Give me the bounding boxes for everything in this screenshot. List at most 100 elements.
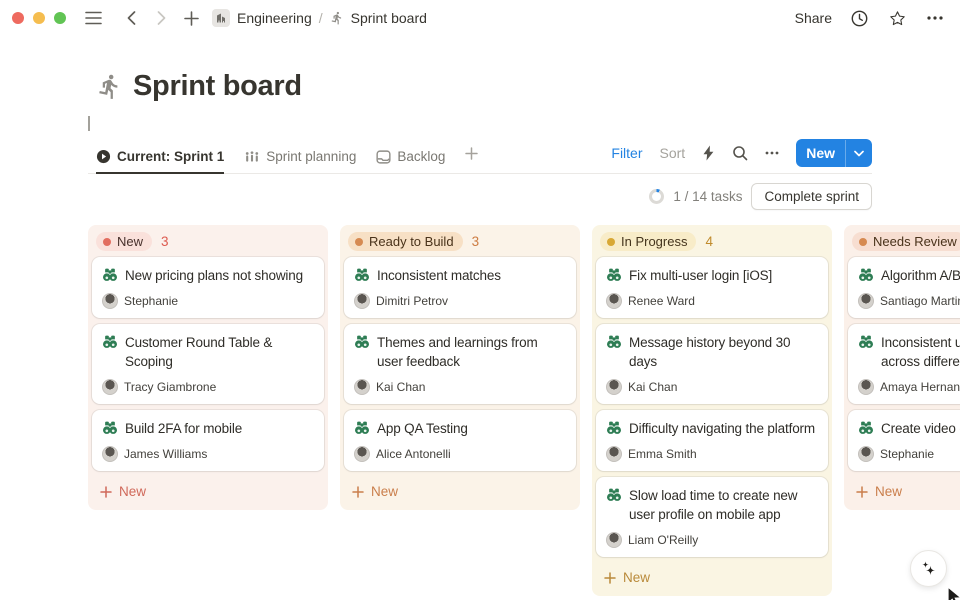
card-assignee: Dimitri Petrov — [354, 293, 566, 309]
share-button[interactable]: Share — [795, 10, 832, 26]
binoculars-icon — [102, 420, 118, 436]
assignee-name: Renee Ward — [628, 294, 695, 308]
task-card[interactable]: Fix multi-user login [iOS] Renee Ward — [596, 257, 828, 318]
task-card[interactable]: Themes and learnings from user feedback … — [344, 324, 576, 404]
task-card[interactable]: Create video guides Stephanie — [848, 410, 960, 471]
new-task-label[interactable]: New — [796, 145, 845, 161]
filter-button[interactable]: Filter — [611, 145, 642, 161]
binoculars-icon — [606, 487, 622, 503]
new-task-dropdown-icon[interactable] — [846, 150, 872, 157]
task-card[interactable]: Algorithm A/B testing Santiago Martinez — [848, 257, 960, 318]
tab-current-sprint[interactable]: Current: Sprint 1 — [96, 143, 224, 174]
tasks-progress: 1 / 14 tasks — [673, 189, 742, 204]
task-card[interactable]: New pricing plans not showing Stephanie — [92, 257, 324, 318]
add-card-label: New — [371, 484, 398, 499]
assignee-name: James Williams — [124, 447, 207, 461]
card-assignee: Alice Antonelli — [354, 446, 566, 462]
people-group-icon — [244, 150, 260, 164]
avatar — [606, 293, 622, 309]
breadcrumb-separator: / — [319, 10, 323, 26]
avatar — [354, 293, 370, 309]
column-header[interactable]: In Progress 4 — [596, 229, 828, 257]
status-badge: New — [96, 232, 152, 251]
history-clock-icon[interactable] — [848, 7, 870, 29]
avatar — [606, 446, 622, 462]
page-icon-runner[interactable] — [96, 73, 123, 100]
add-card-label: New — [875, 484, 902, 499]
column-header[interactable]: Needs Review — [848, 229, 960, 257]
page-title: Sprint board — [133, 70, 302, 103]
more-options-icon[interactable] — [924, 7, 946, 29]
binoculars-icon — [858, 267, 874, 283]
tab-label: Backlog — [397, 149, 445, 164]
binoculars-icon — [858, 334, 874, 350]
sparkles-icon — [919, 559, 938, 578]
add-view-icon[interactable] — [465, 147, 478, 169]
view-tabs-bar: Current: Sprint 1 Sprint planning Backlo… — [88, 139, 872, 174]
task-card[interactable]: Message history beyond 30 days Kai Chan — [596, 324, 828, 404]
column-header[interactable]: Ready to Build 3 — [344, 229, 576, 257]
card-title: Fix multi-user login [iOS] — [629, 266, 772, 285]
status-badge: Needs Review — [852, 232, 960, 251]
breadcrumb[interactable]: Engineering / Sprint board — [212, 9, 427, 27]
tab-sprint-planning[interactable]: Sprint planning — [244, 143, 356, 173]
card-title: Inconsistent user experience across diff… — [881, 333, 960, 371]
text-cursor — [88, 116, 90, 131]
task-card[interactable]: Customer Round Table & Scoping Tracy Gia… — [92, 324, 324, 404]
task-card[interactable]: Build 2FA for mobile James Williams — [92, 410, 324, 471]
card-assignee: Stephanie — [858, 446, 960, 462]
task-card[interactable]: Difficulty navigating the platform Emma … — [596, 410, 828, 471]
binoculars-icon — [354, 420, 370, 436]
card-title: Themes and learnings from user feedback — [377, 333, 566, 371]
column-header[interactable]: New 3 — [92, 229, 324, 257]
back-icon[interactable] — [120, 7, 142, 29]
breadcrumb-page[interactable]: Sprint board — [351, 10, 427, 26]
window-controls[interactable] — [12, 12, 66, 24]
search-icon[interactable] — [732, 145, 748, 161]
card-title: Slow load time to create new user profil… — [629, 486, 818, 524]
avatar — [858, 446, 874, 462]
add-card-button[interactable]: New — [848, 477, 960, 506]
avatar — [102, 446, 118, 462]
forward-icon[interactable] — [150, 7, 172, 29]
binoculars-icon — [606, 267, 622, 283]
tab-backlog[interactable]: Backlog — [376, 143, 445, 173]
complete-sprint-button[interactable]: Complete sprint — [751, 183, 872, 210]
task-card[interactable]: Inconsistent matches Dimitri Petrov — [344, 257, 576, 318]
favorite-star-icon[interactable] — [886, 7, 908, 29]
binoculars-icon — [354, 267, 370, 283]
ai-sparkles-button[interactable] — [910, 550, 947, 587]
plus-icon — [856, 486, 868, 498]
card-assignee: Liam O'Reilly — [606, 532, 818, 548]
task-card[interactable]: Inconsistent user experience across diff… — [848, 324, 960, 404]
add-card-button[interactable]: New — [344, 477, 576, 506]
window-titlebar: Engineering / Sprint board Share — [0, 0, 960, 36]
assignee-name: Santiago Martinez — [880, 294, 960, 308]
sidebar-toggle-icon[interactable] — [82, 7, 104, 29]
play-circle-icon — [96, 149, 111, 164]
binoculars-icon — [102, 267, 118, 283]
add-card-button[interactable]: New — [596, 563, 828, 592]
task-card[interactable]: App QA Testing Alice Antonelli — [344, 410, 576, 471]
avatar — [354, 446, 370, 462]
card-title: Build 2FA for mobile — [125, 419, 242, 438]
minimize-window-icon[interactable] — [33, 12, 45, 24]
column-name: In Progress — [621, 234, 687, 249]
task-card[interactable]: Slow load time to create new user profil… — [596, 477, 828, 557]
card-assignee: Amaya Hernandez — [858, 379, 960, 395]
view-more-icon[interactable] — [765, 151, 779, 155]
avatar — [606, 379, 622, 395]
new-page-icon[interactable] — [180, 7, 202, 29]
new-task-button[interactable]: New — [796, 139, 872, 167]
zoom-window-icon[interactable] — [54, 12, 66, 24]
add-card-button[interactable]: New — [92, 477, 324, 506]
breadcrumb-workspace[interactable]: Engineering — [237, 10, 312, 26]
card-title: New pricing plans not showing — [125, 266, 303, 285]
close-window-icon[interactable] — [12, 12, 24, 24]
board-column-new: New 3 New pricing plans not showing Step… — [88, 225, 328, 510]
column-count: 3 — [161, 234, 169, 249]
sort-button[interactable]: Sort — [660, 145, 686, 161]
notion-window: Engineering / Sprint board Share — [0, 0, 960, 600]
card-assignee: Kai Chan — [606, 379, 818, 395]
automations-bolt-icon[interactable] — [702, 145, 715, 161]
